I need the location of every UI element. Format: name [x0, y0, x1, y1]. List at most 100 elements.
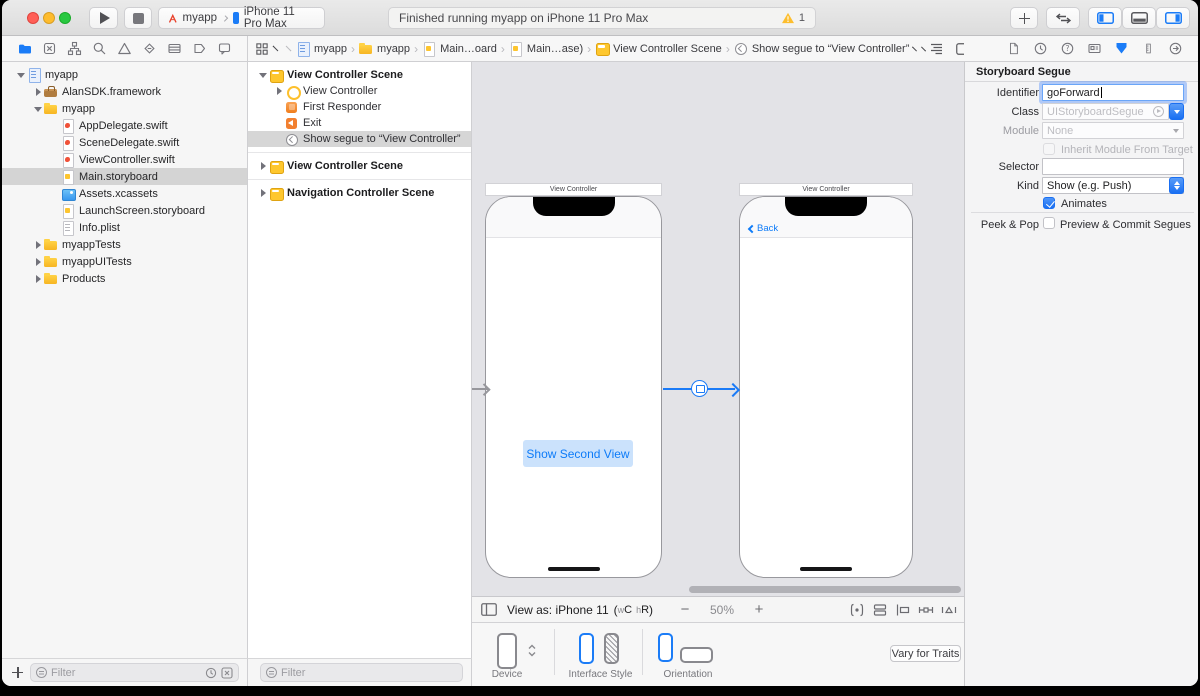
segue-badge-icon[interactable]	[691, 380, 708, 397]
light-appearance-icon[interactable]	[579, 633, 594, 664]
navigator-file-row[interactable]: myapp	[2, 66, 247, 83]
outline-row[interactable]: View Controller Scene	[248, 67, 471, 83]
test-navigator-tab[interactable]	[140, 39, 158, 59]
jumpbar-item[interactable]: myapp	[296, 42, 347, 55]
kind-popup[interactable]: Show (e.g. Push)	[1042, 177, 1184, 194]
navigator-file-row[interactable]: myapp	[2, 100, 247, 117]
previous-issue-icon[interactable]	[912, 46, 917, 51]
horizontal-scrollbar[interactable]	[689, 586, 961, 593]
peek-pop-checkbox[interactable]	[1043, 217, 1055, 229]
project-navigator-tab[interactable]	[16, 39, 34, 59]
identifier-field[interactable]: goForward	[1042, 84, 1184, 101]
navigator-file-row[interactable]: Assets.xcassets	[2, 185, 247, 202]
jumpbar-item[interactable]: Main…oard	[422, 42, 497, 55]
toggle-inspector-button[interactable]	[1156, 7, 1190, 29]
scene-header[interactable]: View Controller	[485, 183, 662, 196]
outline-row[interactable]: Exit	[248, 115, 471, 131]
file-inspector-tab[interactable]	[1004, 39, 1022, 59]
navigator-file-row[interactable]: SceneDelegate.swift	[2, 134, 247, 151]
navigator-file-row[interactable]: myappUITests	[2, 253, 247, 270]
outline-row[interactable]: View Controller	[248, 83, 471, 99]
editor-options-icon[interactable]	[928, 39, 944, 59]
jumpbar-item[interactable]: Main…ase)	[509, 42, 583, 55]
toggle-debug-area-button[interactable]	[1122, 7, 1156, 29]
breakpoint-navigator-tab[interactable]	[190, 39, 208, 59]
jumpbar-item[interactable]: View Controller Scene	[595, 42, 722, 55]
view-controller-1[interactable]: Show Second View	[485, 196, 662, 578]
issue-navigator-tab[interactable]	[116, 39, 134, 59]
symbol-navigator-tab[interactable]	[66, 39, 84, 59]
disclosure-triangle[interactable]	[258, 70, 268, 80]
align-icon[interactable]	[895, 603, 911, 617]
module-field[interactable]: None	[1042, 122, 1184, 139]
show-second-view-button[interactable]: Show Second View	[523, 440, 633, 467]
editor-mode-button[interactable]	[1046, 7, 1080, 29]
history-inspector-tab[interactable]	[1031, 39, 1049, 59]
close-window-button[interactable]	[27, 12, 39, 24]
find-navigator-tab[interactable]	[91, 39, 109, 59]
jump-to-class-icon[interactable]	[1153, 106, 1164, 117]
portrait-orientation-icon[interactable]	[658, 633, 673, 662]
source-control-navigator-tab[interactable]	[41, 39, 59, 59]
disclosure-triangle[interactable]	[33, 274, 43, 284]
disclosure-triangle[interactable]	[33, 240, 43, 250]
storyboard-canvas[interactable]: View Controller View Controller Show Sec…	[472, 62, 964, 596]
run-button[interactable]	[89, 7, 118, 29]
device-stepper-icon[interactable]	[527, 643, 537, 658]
toggle-outline-icon[interactable]	[480, 600, 498, 620]
recent-files-icon[interactable]	[205, 667, 217, 679]
disclosure-triangle[interactable]	[16, 70, 26, 80]
view-controller-2[interactable]: Back	[739, 196, 913, 578]
next-issue-icon[interactable]	[921, 46, 926, 51]
outline-row[interactable]: Show segue to “View Controller”	[248, 131, 471, 147]
disclosure-triangle[interactable]	[258, 161, 268, 171]
report-navigator-tab[interactable]	[215, 39, 233, 59]
related-items-icon[interactable]	[255, 39, 269, 59]
vary-for-traits-button[interactable]: Vary for Traits	[890, 645, 961, 662]
add-library-button[interactable]	[1010, 7, 1038, 29]
go-back-icon[interactable]	[273, 46, 279, 52]
navigator-file-row[interactable]: Products	[2, 270, 247, 287]
zoom-out-button[interactable]: −	[677, 601, 693, 618]
back-button[interactable]: Back	[749, 223, 778, 234]
navigator-file-row[interactable]: myappTests	[2, 236, 247, 253]
scheme-selector[interactable]: myapp iPhone 11 Pro Max	[158, 7, 325, 29]
outline-row[interactable]: First Responder	[248, 99, 471, 115]
outline-row[interactable]: Navigation Controller Scene	[248, 185, 471, 201]
navigator-file-row[interactable]: Main.storyboard	[2, 168, 247, 185]
outline-filter-input[interactable]	[281, 667, 457, 679]
class-field[interactable]: UIStoryboardSegue	[1042, 103, 1169, 120]
device-phone-icon[interactable]	[497, 633, 517, 669]
disclosure-triangle[interactable]	[33, 87, 43, 97]
scm-status-filter-icon[interactable]	[221, 667, 233, 679]
jumpbar-item[interactable]: Show segue to “View Controller”	[734, 42, 910, 55]
navigator-filter-field[interactable]	[30, 663, 239, 682]
add-constraints-icon[interactable]	[918, 603, 934, 617]
disclosure-triangle[interactable]	[33, 257, 43, 267]
view-as-label[interactable]: View as: iPhone 11	[507, 603, 609, 617]
navigator-filter-input[interactable]	[51, 667, 205, 679]
kind-stepper[interactable]	[1169, 177, 1184, 194]
minimize-window-button[interactable]	[43, 12, 55, 24]
animates-checkbox[interactable]	[1043, 197, 1055, 209]
disclosure-triangle[interactable]	[274, 86, 284, 96]
disclosure-triangle[interactable]	[258, 188, 268, 198]
update-frames-icon[interactable]	[849, 603, 865, 617]
identity-inspector-tab[interactable]	[1085, 39, 1103, 59]
stop-button[interactable]	[124, 7, 152, 29]
connections-inspector-tab[interactable]	[1166, 39, 1184, 59]
selector-field[interactable]	[1042, 158, 1184, 175]
navigator-file-row[interactable]: AppDelegate.swift	[2, 117, 247, 134]
jumpbar-item[interactable]: myapp	[359, 42, 410, 55]
debug-navigator-tab[interactable]	[165, 39, 183, 59]
size-inspector-tab[interactable]	[1139, 39, 1157, 59]
navigator-file-row[interactable]: LaunchScreen.storyboard	[2, 202, 247, 219]
quick-help-inspector-tab[interactable]: ?	[1058, 39, 1076, 59]
add-editor-icon[interactable]	[956, 39, 964, 59]
go-forward-icon[interactable]	[286, 46, 292, 52]
outline-filter-field[interactable]	[260, 663, 463, 682]
outline-row[interactable]: View Controller Scene	[248, 158, 471, 174]
scene-header[interactable]: View Controller	[739, 183, 913, 196]
navigator-file-row[interactable]: Info.plist	[2, 219, 247, 236]
toggle-navigator-button[interactable]	[1088, 7, 1122, 29]
